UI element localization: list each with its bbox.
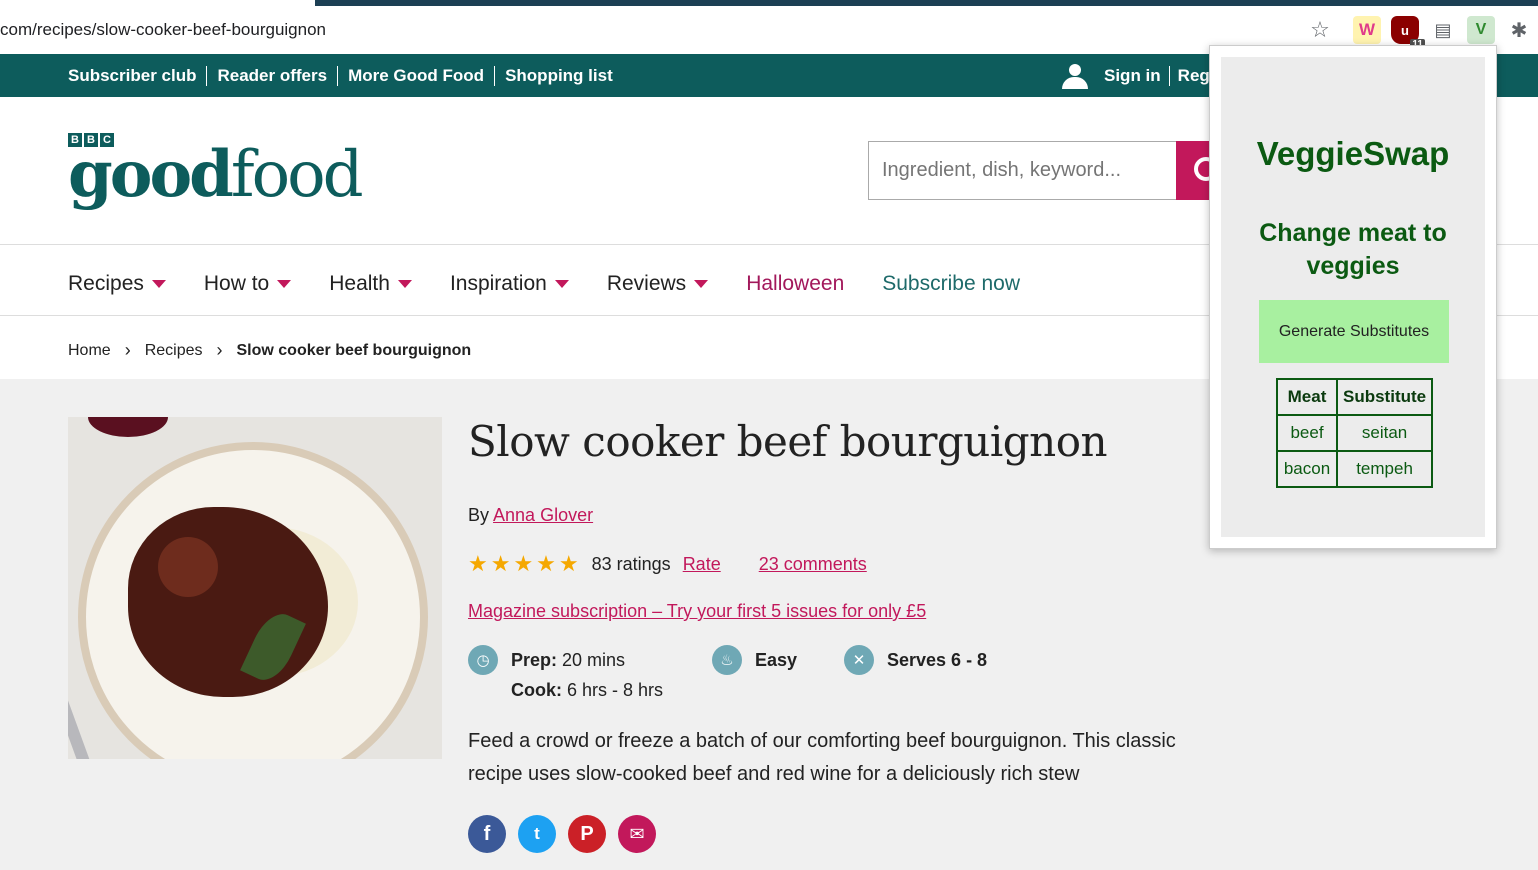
recipe-photo [68,417,442,759]
header-substitute: Substitute [1335,378,1434,416]
table-row: bacon tempeh [1276,450,1434,488]
rating-row: ★★★★★ 83 ratings Rate 23 comments [468,551,867,577]
tab-strip [315,0,1538,6]
serves: Serves 6 - 8 [887,649,988,670]
logo-good: good [68,137,234,212]
nav-halloween[interactable]: Halloween [746,272,844,296]
popup-title: VeggieSwap [1256,135,1450,172]
search-input[interactable] [869,142,1177,199]
page-extension-icon[interactable]: ▤ [1429,16,1457,44]
magazine-subscription-link[interactable]: Magazine subscription – Try your first 5… [468,601,926,622]
reader-offers-link[interactable]: Reader offers [206,66,337,86]
recipe-title: Slow cooker beef bourguignon [468,417,1108,466]
breadcrumb-recipes[interactable]: Recipes [145,342,203,360]
extension-icons: ☆ W u11 ▤ V ✱ [1301,14,1538,50]
pinterest-icon[interactable]: P [568,815,606,853]
prep-value: 20 mins [562,650,626,670]
rate-link[interactable]: Rate [683,554,721,575]
w-extension-icon[interactable]: W [1353,16,1381,44]
twitter-icon[interactable]: t [518,815,556,853]
chevron-down-icon [397,280,412,288]
table-header-row: Meat Substitute [1276,378,1434,416]
share-buttons: f t P ✉ [468,815,656,853]
substitute-cell: seitan [1335,414,1434,452]
chevron-down-icon [277,280,292,288]
email-icon[interactable]: ✉ [618,815,656,853]
nav-subscribe-now[interactable]: Subscribe now [882,272,1020,296]
chevron-right-icon: › [216,340,223,360]
facebook-icon[interactable]: f [468,815,506,853]
nav-reviews[interactable]: Reviews [607,272,709,296]
nav-health[interactable]: Health [329,272,412,296]
author-link[interactable]: Anna Glover [493,505,593,525]
popup-panel: VeggieSwap Change meat to veggies Genera… [1221,57,1485,537]
veggieswap-extension-icon[interactable]: V [1467,16,1495,44]
ratings-count: 83 ratings [591,553,671,574]
chef-hat-icon: ♨ [712,645,742,675]
logo-food: food [230,138,364,212]
star-rating-icon: ★★★★★ [468,551,582,576]
difficulty: Easy [755,649,798,670]
breadcrumb-home[interactable]: Home [68,342,111,360]
search-box [868,141,1178,200]
ublock-extension-icon[interactable]: u11 [1391,16,1425,50]
cook-value: 6 hrs - 8 hrs [567,680,664,700]
popup-subtitle: Change meat to veggies [1259,219,1447,280]
substitute-cell: tempeh [1335,450,1434,488]
meat-cell: beef [1276,414,1338,452]
byline: By Anna Glover [468,505,593,526]
shopping-list-link[interactable]: Shopping list [494,66,623,86]
more-good-food-link[interactable]: More Good Food [337,66,494,86]
clock-icon: ◷ [468,645,498,675]
veggieswap-popup: VeggieSwap Change meat to veggies Genera… [1209,45,1497,549]
breadcrumb-current: Slow cooker beef bourguignon [236,341,472,359]
chevron-right-icon: › [124,340,131,360]
recipe-description: Feed a crowd or freeze a batch of our co… [468,730,1176,785]
address-bar[interactable]: com/recipes/slow-cooker-beef-bourguignon [0,20,326,40]
by-label: By [468,505,490,525]
header-meat: Meat [1276,378,1338,416]
table-row: beef seitan [1276,414,1434,452]
nav-how-to[interactable]: How to [204,272,292,296]
user-icon [1060,62,1090,90]
prep-label: Prep: [511,650,558,670]
bookmark-star-icon[interactable]: ☆ [1306,16,1334,44]
substitutes-table: Meat Substitute beef seitan bacon tempeh [1276,378,1434,488]
bbc-goodfood-logo[interactable]: B B C goodfood [68,133,364,207]
nav-inspiration[interactable]: Inspiration [450,272,569,296]
subscriber-club-link[interactable]: Subscriber club [68,66,206,86]
chevron-down-icon [694,280,709,288]
sign-in-link[interactable]: Sign in [1104,66,1161,86]
nav-recipes[interactable]: Recipes [68,272,166,296]
comments-link[interactable]: 23 comments [759,554,867,575]
chevron-down-icon [554,280,569,288]
cutlery-icon: ✕ [844,645,874,675]
cook-label: Cook: [511,680,562,700]
generate-substitutes-button[interactable]: Generate Substitutes [1259,300,1449,363]
meat-cell: bacon [1276,450,1338,488]
chevron-down-icon [151,280,166,288]
extensions-puzzle-icon[interactable]: ✱ [1505,16,1533,44]
